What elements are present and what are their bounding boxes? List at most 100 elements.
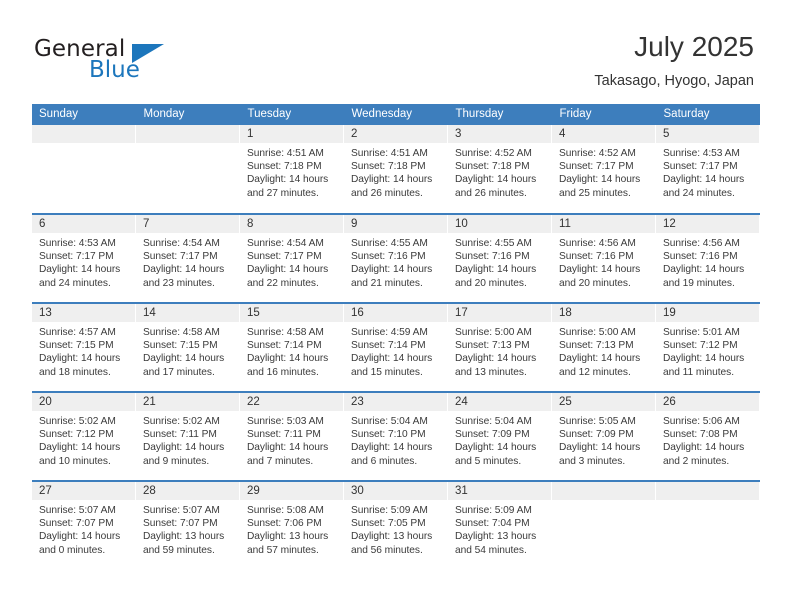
day-events — [32, 143, 136, 147]
day-events: Sunrise: 5:07 AM Sunset: 7:07 PM Daylight:… — [32, 500, 136, 557]
day-cell-inner: 18 Sunrise: 5:00 AM Sunset: 7:13 PM Dayligh… — [552, 304, 656, 391]
day-event-line: Sunset: 7:11 PM — [143, 429, 217, 441]
day-cell-2[interactable]: 2 Sunrise: 4:51 AM Sunset: 7:18 PM Daylight… — [344, 125, 448, 214]
general-blue-logo[interactable]: General Blue — [34, 36, 224, 90]
day-number-band: 15 — [240, 304, 344, 322]
day-events: Sunrise: 5:05 AM Sunset: 7:09 PM Daylight:… — [552, 411, 656, 468]
day-cell-1[interactable]: 1 Sunrise: 4:51 AM Sunset: 7:18 PM Daylight… — [240, 125, 344, 214]
day-cell-inner: 27 Sunrise: 5:07 AM Sunset: 7:07 PM Dayligh… — [32, 482, 136, 570]
day-cell-inner: 4 Sunrise: 4:52 AM Sunset: 7:17 PM Daylight… — [552, 125, 656, 213]
day-event-line: Sunrise: 5:05 AM — [559, 416, 636, 427]
day-cell-25[interactable]: 25 Sunrise: 5:05 AM Sunset: 7:09 PM Dayligh… — [552, 391, 656, 481]
day-event-line: Sunrise: 4:55 AM — [351, 238, 428, 249]
day-number: 30 — [351, 485, 364, 497]
day-number: 24 — [455, 396, 468, 408]
day-number-band: 19 — [656, 304, 760, 322]
day-cell-30[interactable]: 30 Sunrise: 5:09 AM Sunset: 7:05 PM Dayligh… — [344, 480, 448, 570]
day-number-band: 7 — [136, 215, 240, 233]
day-event-line: and 5 minutes. — [455, 455, 522, 467]
day-event-line: Daylight: 14 hours — [247, 353, 329, 365]
day-cell-12[interactable]: 12 Sunrise: 4:56 AM Sunset: 7:16 PM Dayligh… — [656, 213, 760, 303]
day-event-line: and 57 minutes. — [247, 544, 319, 556]
day-number-band — [32, 125, 136, 143]
day-cell-inner: 11 Sunrise: 4:56 AM Sunset: 7:16 PM Dayligh… — [552, 215, 656, 302]
day-number: 19 — [663, 307, 676, 319]
day-cell-empty — [136, 125, 240, 214]
day-cell-inner — [136, 125, 240, 213]
day-cell-5[interactable]: 5 Sunrise: 4:53 AM Sunset: 7:17 PM Daylight… — [656, 125, 760, 214]
day-number-band: 4 — [552, 125, 656, 143]
day-cell-29[interactable]: 29 Sunrise: 5:08 AM Sunset: 7:06 PM Dayligh… — [240, 480, 344, 570]
day-event-line: and 18 minutes. — [39, 366, 111, 378]
day-events: Sunrise: 4:56 AM Sunset: 7:16 PM Daylight:… — [656, 233, 760, 290]
day-cell-21[interactable]: 21 Sunrise: 5:02 AM Sunset: 7:11 PM Dayligh… — [136, 391, 240, 481]
day-number: 31 — [455, 485, 468, 497]
day-event-line: Daylight: 14 hours — [351, 353, 433, 365]
day-cell-4[interactable]: 4 Sunrise: 4:52 AM Sunset: 7:17 PM Daylight… — [552, 125, 656, 214]
day-number: 29 — [247, 485, 260, 497]
day-cell-inner: 10 Sunrise: 4:55 AM Sunset: 7:16 PM Dayligh… — [448, 215, 552, 302]
day-event-line: Sunset: 7:08 PM — [663, 429, 738, 441]
day-cell-7[interactable]: 7 Sunrise: 4:54 AM Sunset: 7:17 PM Daylight… — [136, 213, 240, 303]
day-event-line: Sunset: 7:07 PM — [39, 518, 114, 530]
day-cell-20[interactable]: 20 Sunrise: 5:02 AM Sunset: 7:12 PM Dayligh… — [32, 391, 136, 481]
day-event-line: Sunrise: 5:00 AM — [455, 327, 532, 338]
day-cell-16[interactable]: 16 Sunrise: 4:59 AM Sunset: 7:14 PM Dayligh… — [344, 302, 448, 392]
day-cell-15[interactable]: 15 Sunrise: 4:58 AM Sunset: 7:14 PM Dayligh… — [240, 302, 344, 392]
day-cell-inner: 6 Sunrise: 4:53 AM Sunset: 7:17 PM Daylight… — [32, 215, 136, 302]
day-event-line: Sunrise: 4:54 AM — [247, 238, 324, 249]
day-event-line: and 10 minutes. — [39, 455, 111, 467]
day-events: Sunrise: 5:02 AM Sunset: 7:11 PM Daylight:… — [136, 411, 240, 468]
day-cell-26[interactable]: 26 Sunrise: 5:06 AM Sunset: 7:08 PM Dayligh… — [656, 391, 760, 481]
day-event-line: Daylight: 14 hours — [455, 174, 537, 186]
day-event-line: and 12 minutes. — [559, 366, 631, 378]
day-cell-18[interactable]: 18 Sunrise: 5:00 AM Sunset: 7:13 PM Dayligh… — [552, 302, 656, 392]
day-event-line: Daylight: 14 hours — [39, 531, 121, 543]
day-number: 25 — [559, 396, 572, 408]
day-cell-17[interactable]: 17 Sunrise: 5:00 AM Sunset: 7:13 PM Dayligh… — [448, 302, 552, 392]
day-cell-13[interactable]: 13 Sunrise: 4:57 AM Sunset: 7:15 PM Dayligh… — [32, 302, 136, 392]
day-event-line: Daylight: 14 hours — [247, 442, 329, 454]
day-number: 14 — [143, 307, 156, 319]
day-number-band: 8 — [240, 215, 344, 233]
day-cell-24[interactable]: 24 Sunrise: 5:04 AM Sunset: 7:09 PM Dayligh… — [448, 391, 552, 481]
day-cell-inner: 3 Sunrise: 4:52 AM Sunset: 7:18 PM Daylight… — [448, 125, 552, 213]
day-cell-8[interactable]: 8 Sunrise: 4:54 AM Sunset: 7:17 PM Daylight… — [240, 213, 344, 303]
day-event-line: Sunrise: 4:52 AM — [455, 148, 532, 159]
day-cell-6[interactable]: 6 Sunrise: 4:53 AM Sunset: 7:17 PM Daylight… — [32, 213, 136, 303]
day-number-band: 29 — [240, 482, 344, 500]
day-events: Sunrise: 5:04 AM Sunset: 7:09 PM Daylight:… — [448, 411, 552, 468]
day-events: Sunrise: 4:53 AM Sunset: 7:17 PM Daylight:… — [656, 143, 760, 200]
day-event-line: Daylight: 14 hours — [559, 442, 641, 454]
day-cell-inner: 16 Sunrise: 4:59 AM Sunset: 7:14 PM Dayligh… — [344, 304, 448, 391]
day-cell-14[interactable]: 14 Sunrise: 4:58 AM Sunset: 7:15 PM Dayligh… — [136, 302, 240, 392]
day-cell-28[interactable]: 28 Sunrise: 5:07 AM Sunset: 7:07 PM Dayligh… — [136, 480, 240, 570]
day-events — [656, 500, 760, 504]
day-cell-inner: 17 Sunrise: 5:00 AM Sunset: 7:13 PM Dayligh… — [448, 304, 552, 391]
day-event-line: Sunrise: 5:06 AM — [663, 416, 740, 427]
day-cell-23[interactable]: 23 Sunrise: 5:04 AM Sunset: 7:10 PM Dayligh… — [344, 391, 448, 481]
day-cell-19[interactable]: 19 Sunrise: 5:01 AM Sunset: 7:12 PM Dayligh… — [656, 302, 760, 392]
day-cell-9[interactable]: 9 Sunrise: 4:55 AM Sunset: 7:16 PM Daylight… — [344, 213, 448, 303]
day-event-line: and 27 minutes. — [247, 187, 319, 199]
day-event-line: Daylight: 14 hours — [663, 174, 745, 186]
day-cell-31[interactable]: 31 Sunrise: 5:09 AM Sunset: 7:04 PM Dayligh… — [448, 480, 552, 570]
day-event-line: Sunset: 7:17 PM — [247, 251, 322, 263]
day-cell-22[interactable]: 22 Sunrise: 5:03 AM Sunset: 7:11 PM Dayligh… — [240, 391, 344, 481]
day-events: Sunrise: 4:55 AM Sunset: 7:16 PM Daylight:… — [448, 233, 552, 290]
day-event-line: Daylight: 14 hours — [39, 442, 121, 454]
day-events: Sunrise: 4:54 AM Sunset: 7:17 PM Daylight:… — [240, 233, 344, 290]
day-events: Sunrise: 5:09 AM Sunset: 7:05 PM Daylight:… — [344, 500, 448, 557]
day-cell-3[interactable]: 3 Sunrise: 4:52 AM Sunset: 7:18 PM Daylight… — [448, 125, 552, 214]
day-events: Sunrise: 4:59 AM Sunset: 7:14 PM Daylight:… — [344, 322, 448, 379]
title-block: July 2025 Takasago, Hyogo, Japan — [594, 30, 754, 90]
day-event-line: Sunrise: 4:56 AM — [663, 238, 740, 249]
day-cell-27[interactable]: 27 Sunrise: 5:07 AM Sunset: 7:07 PM Dayligh… — [32, 480, 136, 570]
day-event-line: Sunset: 7:16 PM — [663, 251, 738, 263]
day-event-line: Sunrise: 4:55 AM — [455, 238, 532, 249]
day-cell-inner — [656, 482, 760, 570]
day-cell-10[interactable]: 10 Sunrise: 4:55 AM Sunset: 7:16 PM Dayligh… — [448, 213, 552, 303]
day-number-band: 10 — [448, 215, 552, 233]
day-event-line: Sunset: 7:12 PM — [39, 429, 114, 441]
day-cell-11[interactable]: 11 Sunrise: 4:56 AM Sunset: 7:16 PM Dayligh… — [552, 213, 656, 303]
